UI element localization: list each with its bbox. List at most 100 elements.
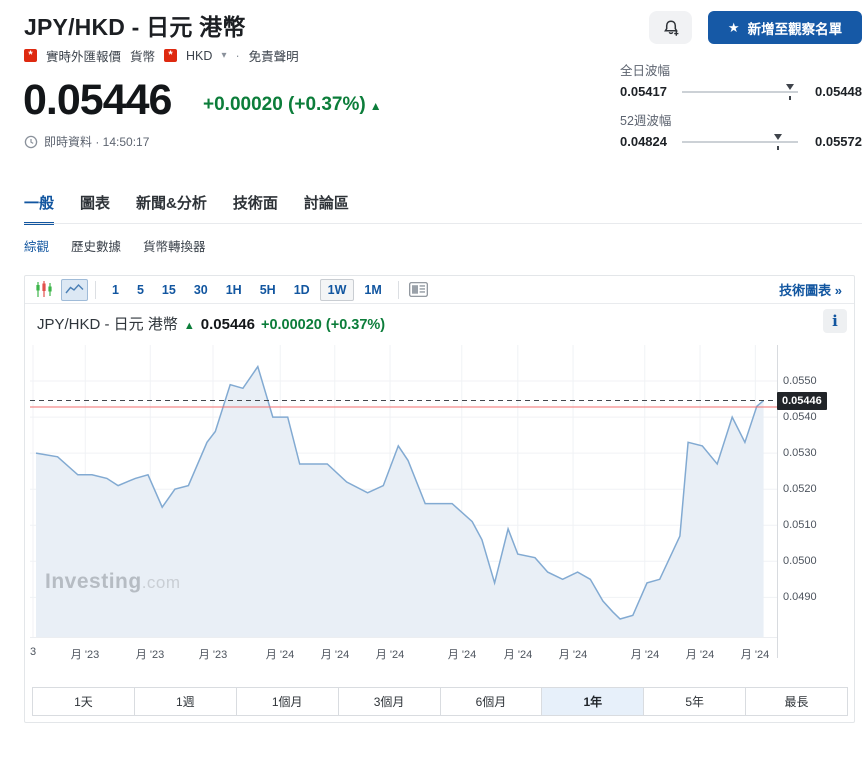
clock-icon [24,135,38,148]
x-tick-label: 月 '24 [740,649,770,661]
timeframe-6m-button[interactable]: 6個月 [440,688,543,715]
disclaimer-link[interactable]: 免責聲明 [249,46,299,65]
page-title: JPY/HKD - 日元 港幣 [24,14,246,40]
news-panel-icon [409,282,429,297]
breadcrumb-separator: · [235,48,240,63]
main-tabs: 一般 圖表 新聞&分析 技術面 討論區 [24,192,349,225]
interval-1m-button[interactable]: 1M [356,279,389,301]
week52-range-label: 52週波幅 [620,114,672,128]
candlestick-chart-button[interactable] [31,278,57,302]
watermark-main: Investing [45,570,142,593]
timeframe-max-button[interactable]: 最長 [746,688,847,715]
daily-range-bar [682,83,798,100]
chart-price-change: +0.00020 (+0.37%) [260,317,386,333]
subtab-historical-data[interactable]: 歷史數據 [71,236,121,255]
technical-chart-link[interactable]: 技術圖表 » [779,280,854,299]
interval-1h-button[interactable]: 1H [218,279,250,301]
tab-charts[interactable]: 圖表 [80,192,110,225]
subtab-currency-converter[interactable]: 貨幣轉換器 [143,236,206,255]
price-change: +0.00020 (+0.37%) ▲ [203,94,382,116]
timeframe-1y-button[interactable]: 1年 [542,688,645,715]
alert-button[interactable] [649,11,692,44]
y-tick-label: 0.0490 [783,591,817,603]
x-tick-label: 月 '23 [198,649,228,661]
week52-range-row: 0.04824 0.05572 [620,133,862,150]
daily-range-row: 0.05417 0.05448 [620,83,862,100]
tabs-divider [24,223,862,224]
breadcrumb-currencies[interactable]: 貨幣 [130,46,155,65]
daily-range-high: 0.05448 [815,84,862,99]
daily-range-label: 全日波幅 [620,64,671,78]
candlestick-icon [36,281,52,297]
add-to-watchlist-button[interactable]: ★ 新增至觀察名單 [708,11,862,44]
x-tick-label: 月 '24 [447,649,477,661]
tab-technical[interactable]: 技術面 [233,192,278,225]
interval-15-button[interactable]: 15 [154,279,184,301]
current-price-badge: 0.05446 [777,392,827,410]
tab-comments[interactable]: 討論區 [304,192,349,225]
interval-1d-button[interactable]: 1D [286,279,318,301]
x-tick-label: 3 [29,646,37,658]
week52-range-high: 0.05572 [815,134,862,149]
x-tick-label: 月 '24 [558,649,588,661]
tab-general[interactable]: 一般 [24,192,55,225]
toolbar-divider [397,280,399,299]
interval-1-button[interactable]: 1 [104,279,127,301]
timeframe-5y-button[interactable]: 5年 [644,688,747,715]
y-tick-label: 0.0550 [783,375,817,387]
week52-range-marker-icon [774,133,783,150]
chart-instrument-name: JPY/HKD - 日元 港幣 [37,316,178,333]
week52-range-bar [682,133,798,150]
timeframe-3m-button[interactable]: 3個月 [338,688,441,715]
chart-toolbar: 1 5 15 30 1H 5H 1D 1W 1M 技術圖表 » [25,276,854,304]
week52-range-low: 0.04824 [620,134,667,149]
interval-5h-button[interactable]: 5H [252,279,284,301]
ranges-panel: 全日波幅 0.05417 0.05448 52週波幅 0.04824 0.055… [620,60,862,160]
info-icon: i [832,312,838,330]
y-tick-label: 0.0500 [783,555,817,567]
subtab-overview[interactable]: 綜觀 [24,236,49,255]
y-tick-label: 0.0540 [783,411,817,423]
hk-flag-icon: * [24,49,37,62]
interval-5-button[interactable]: 5 [129,279,152,301]
breadcrumb-hkd-dropdown[interactable]: HKD [186,49,212,63]
star-icon: ★ [727,19,740,35]
breadcrumb-fx-quotes[interactable]: 實時外匯報價 [46,46,121,65]
toolbar-divider [95,280,96,299]
interval-30-button[interactable]: 30 [186,279,216,301]
timeframe-1m-button[interactable]: 1個月 [236,688,339,715]
timeframe-1w-button[interactable]: 1週 [134,688,237,715]
x-axis-line [30,637,777,638]
x-tick-label: 月 '24 [320,649,350,661]
timeframe-buttons: 1天 1週 1個月 3個月 6個月 1年 5年 最長 [32,687,848,716]
bell-plus-icon [663,19,678,36]
watermark-suffix: .com [141,573,181,592]
daily-range-low: 0.05417 [620,84,667,99]
timeframe-1d-button[interactable]: 1天 [33,688,135,715]
x-tick-label: 月 '23 [135,649,165,661]
quote-status: 即時資料 · 14:50:17 [24,133,149,150]
info-button[interactable]: i [823,309,847,333]
line-chart-button[interactable] [61,278,88,301]
interval-1w-button[interactable]: 1W [319,278,355,301]
chart-last-price: 0.05446 [200,316,255,333]
daily-range-marker-icon [785,83,794,100]
x-tick-label: 月 '24 [685,649,715,661]
x-tick-label: 月 '24 [630,649,660,661]
up-arrow-icon: ▲ [369,99,382,113]
line-chart-icon [65,283,84,294]
y-tick-label: 0.0510 [783,519,817,531]
x-tick-label: 月 '24 [375,649,405,661]
breadcrumb: * 實時外匯報價 貨幣 * HKD ▾ · 免責聲明 [24,46,299,65]
change-value: +0.00020 (+0.37%) [203,94,366,115]
y-tick-label: 0.0520 [783,483,817,495]
chevron-down-icon[interactable]: ▾ [221,50,226,61]
tab-news-analysis[interactable]: 新聞&分析 [136,192,207,225]
investing-watermark: Investing.com [45,570,181,594]
interval-buttons: 1 5 15 30 1H 5H 1D 1W 1M [103,278,391,301]
news-panel-button[interactable] [406,278,432,302]
status-text: 即時資料 · 14:50:17 [44,135,150,149]
fx-quote-page: JPY/HKD - 日元 港幣 * 實時外匯報價 貨幣 * HKD ▾ · 免責… [0,0,867,758]
x-tick-label: 月 '24 [265,649,295,661]
hk-flag-icon: * [164,49,178,62]
